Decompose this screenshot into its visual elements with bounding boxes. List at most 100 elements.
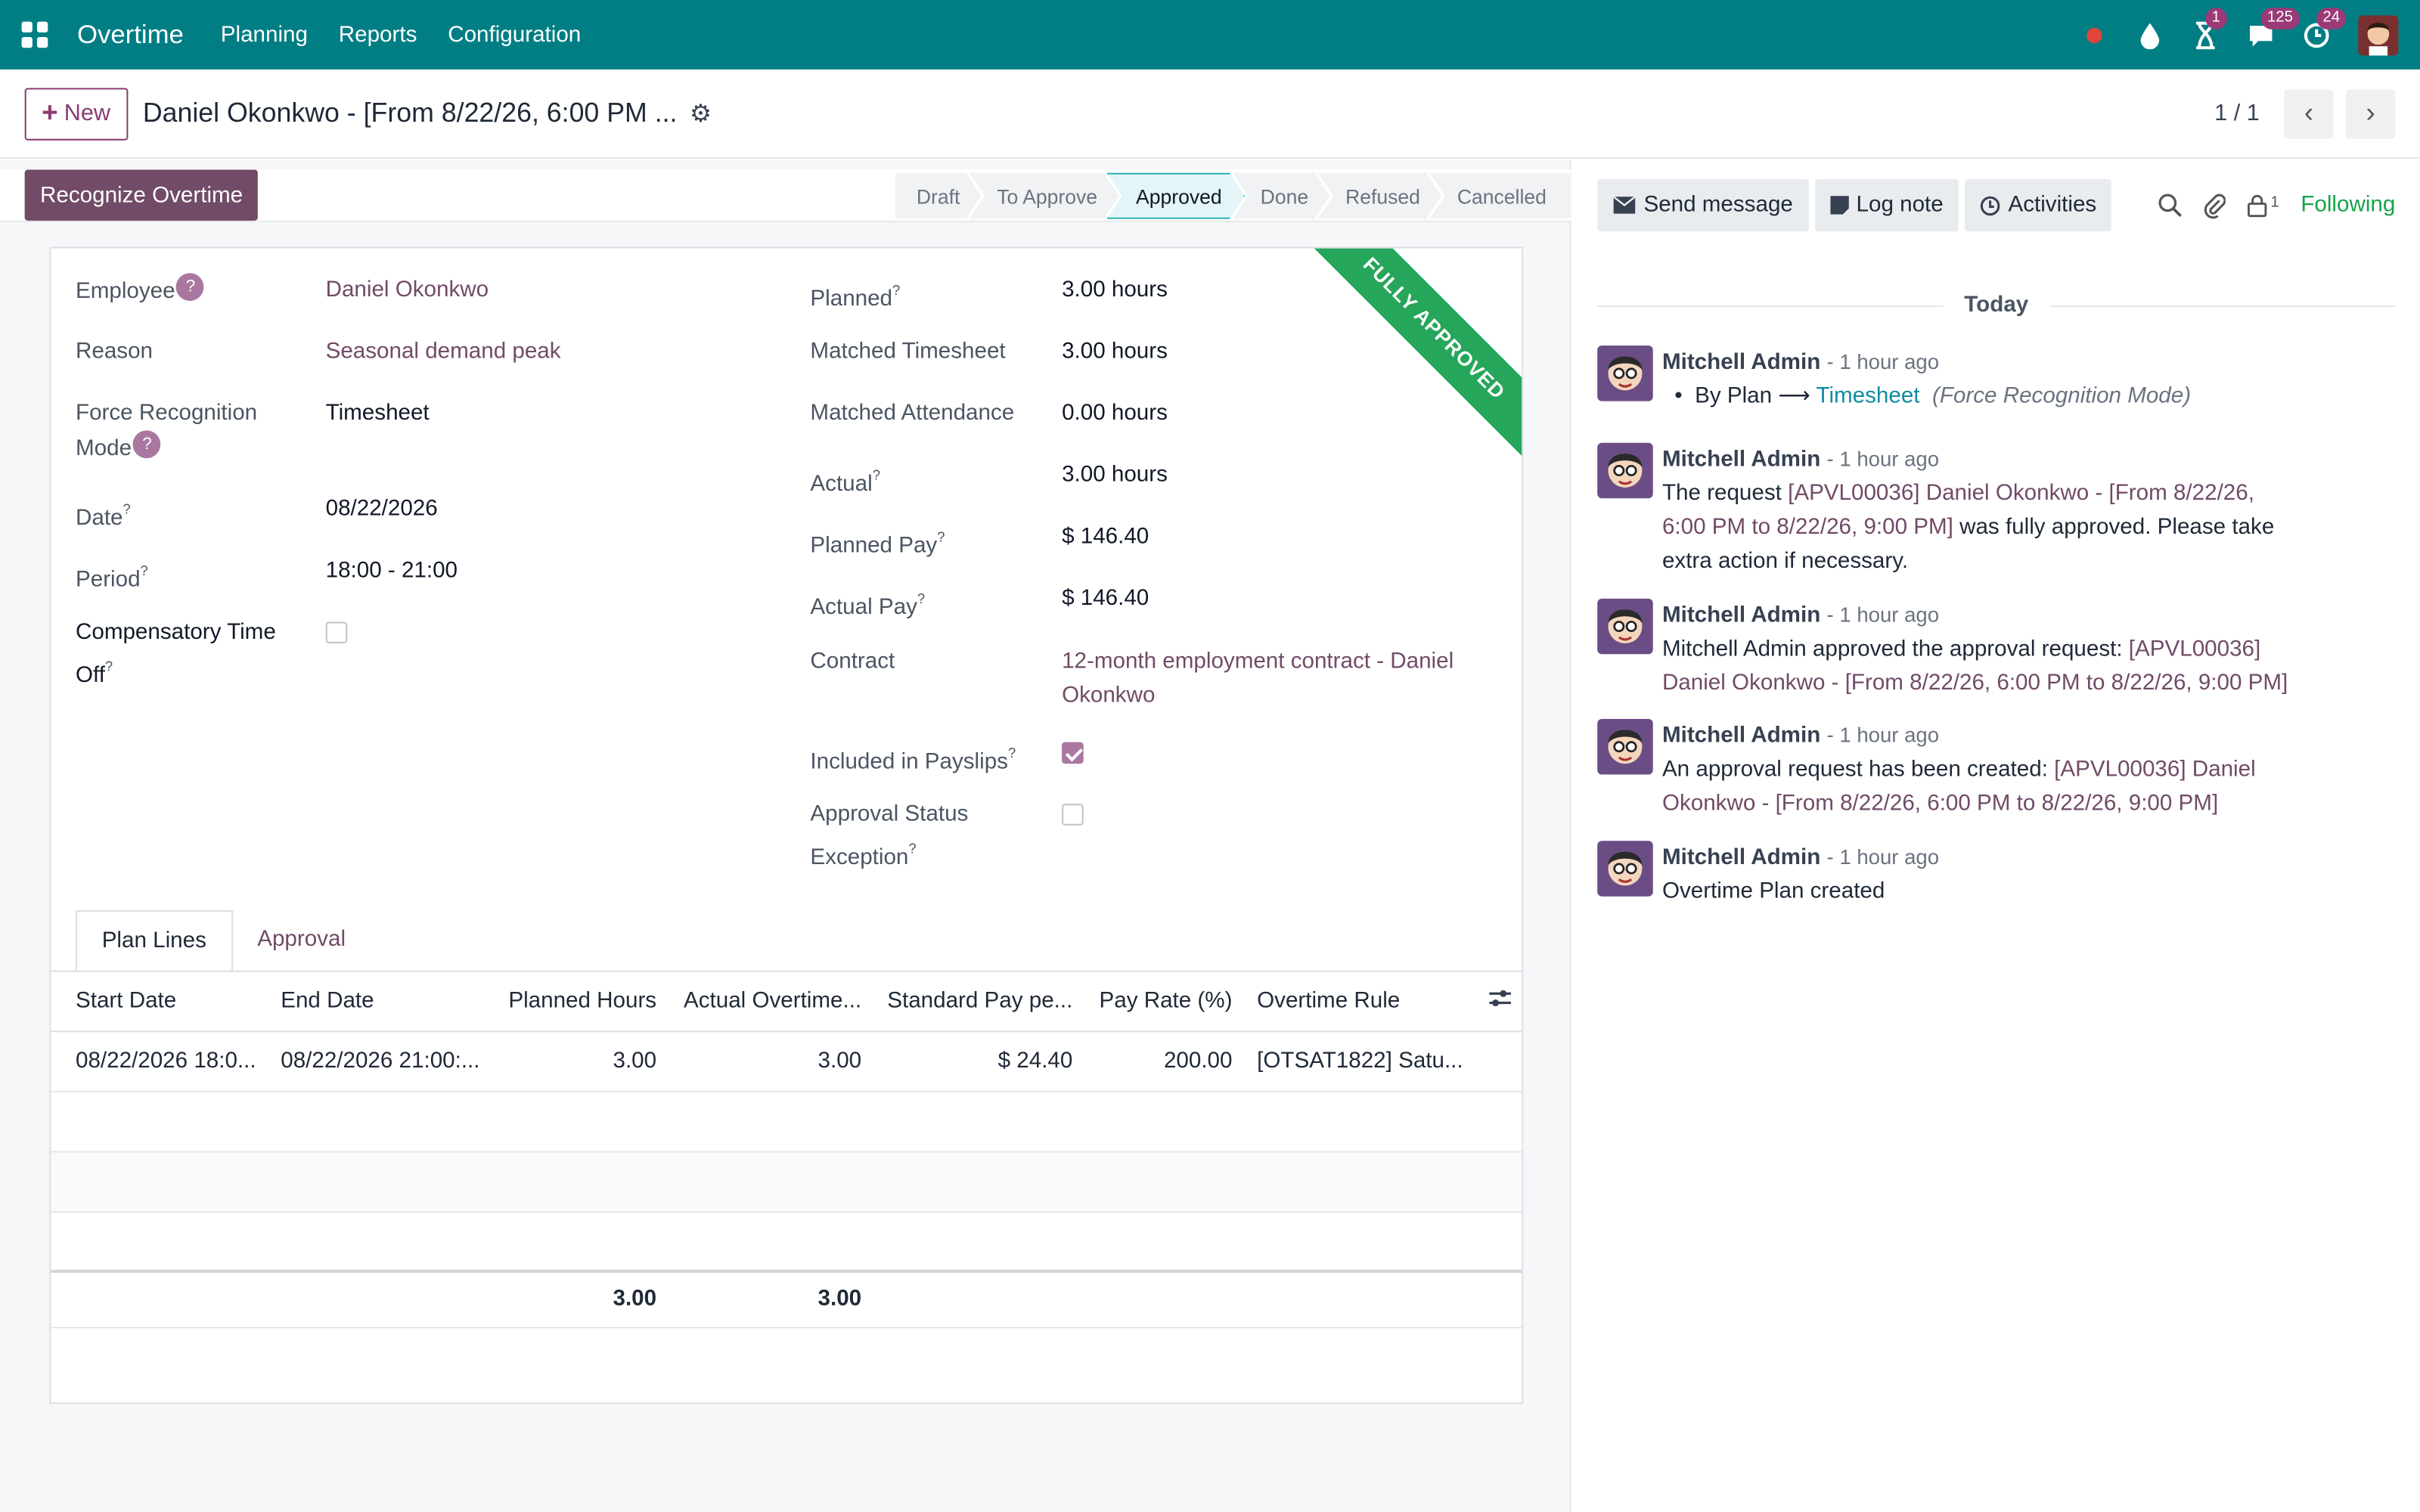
stage-pipeline: Draft To Approve Approved Done Refused C… — [895, 172, 1571, 219]
col-overtime-rule[interactable]: Overtime Rule — [1244, 971, 1475, 1032]
tab-approval[interactable]: Approval — [233, 909, 371, 971]
help-icon[interactable]: ? — [892, 282, 900, 297]
message-link[interactable]: Okonkwo - [From 8/22/26, 6:00 PM to 8/22… — [1662, 787, 2256, 821]
message-link[interactable]: [APVL00036] Daniel — [2054, 758, 2256, 782]
date-label: Date — [75, 506, 123, 531]
help-icon[interactable]: ? — [133, 430, 161, 459]
form-statusbar: Recognize Overtime Draft To Approve Appr… — [0, 169, 1571, 222]
message-time: - 1 hour ago — [1826, 845, 1940, 869]
menu-planning[interactable]: Planning — [221, 23, 308, 48]
payslips-label: Included in Payslips — [810, 749, 1008, 775]
stage-to-approve[interactable]: To Approve — [970, 173, 1119, 219]
empty-row — [51, 1090, 1522, 1152]
message-link[interactable]: [APVL00036] — [2129, 637, 2260, 662]
help-icon[interactable]: ? — [917, 591, 925, 606]
paperclip-icon[interactable] — [2204, 192, 2226, 218]
new-button[interactable]: + New — [24, 87, 128, 140]
author-avatar[interactable] — [1597, 841, 1653, 897]
message-time: - 1 hour ago — [1826, 447, 1940, 471]
col-actual-overtime[interactable]: Actual Overtime... — [669, 971, 874, 1032]
stage-cancelled[interactable]: Cancelled — [1429, 172, 1571, 219]
record-status-icon[interactable] — [2080, 21, 2108, 49]
user-avatar[interactable] — [2358, 14, 2399, 55]
contract-value[interactable]: 12-month employment contract - Daniel Ok… — [1062, 645, 1454, 713]
col-planned-hours[interactable]: Planned Hours — [492, 971, 669, 1032]
chevron-left-icon: ‹ — [2304, 97, 2314, 129]
stage-refused[interactable]: Refused — [1317, 173, 1441, 219]
planned-pay-value: $ 146.40 — [1062, 524, 1150, 550]
author-avatar[interactable] — [1597, 719, 1653, 775]
chatter-actions: 1 Following — [2158, 179, 2395, 231]
activities-label: Activities — [2008, 193, 2097, 218]
reason-value[interactable]: Seasonal demand peak — [326, 335, 561, 369]
send-message-button[interactable]: Send message — [1597, 178, 1809, 232]
following-button[interactable]: Following — [2301, 193, 2395, 218]
author-avatar[interactable] — [1597, 345, 1653, 401]
force-value[interactable]: Timesheet — [326, 396, 430, 466]
col-start-date[interactable]: Start Date — [51, 971, 268, 1032]
followers-button[interactable]: 1 — [2248, 194, 2279, 217]
field-matched-timesheet: Matched Timesheet 3.00 hours — [810, 335, 1168, 369]
help-icon[interactable]: ? — [908, 841, 916, 856]
tracking-field: (Force Recognition Mode) — [1931, 384, 2192, 409]
message-link[interactable]: 6:00 PM to 8/22/26, 9:00 PM] — [1662, 516, 1953, 541]
col-end-date[interactable]: End Date — [268, 971, 492, 1032]
message-author[interactable]: Mitchell Admin — [1662, 845, 1820, 870]
help-icon[interactable]: ? — [123, 501, 131, 516]
date-value[interactable]: 08/22/2026 — [326, 492, 438, 535]
col-standard-pay[interactable]: Standard Pay pe... — [873, 971, 1085, 1032]
stage-draft[interactable]: Draft — [895, 173, 982, 219]
app-brand[interactable]: Overtime — [77, 20, 184, 51]
help-icon[interactable]: ? — [937, 529, 945, 544]
pager-previous-button[interactable]: ‹ — [2284, 88, 2334, 138]
drop-icon[interactable] — [2136, 21, 2164, 49]
chat-icon[interactable]: 125 — [2247, 7, 2300, 49]
table-totals-row: 3.00 3.00 — [51, 1269, 1522, 1328]
period-value[interactable]: 18:00 - 21:00 — [326, 554, 458, 597]
col-pay-rate[interactable]: Pay Rate (%) — [1084, 971, 1245, 1032]
apps-menu-icon[interactable] — [21, 20, 50, 49]
employee-value[interactable]: Daniel Okonkwo — [326, 273, 489, 308]
help-icon[interactable]: ? — [1008, 745, 1016, 761]
help-icon[interactable]: ? — [176, 273, 205, 301]
clock-icon[interactable]: 24 — [2303, 7, 2347, 49]
message-link[interactable]: [APVL00036] Daniel Okonkwo - [From 8/22/… — [1788, 482, 2254, 507]
search-icon[interactable] — [2158, 193, 2183, 218]
message-author[interactable]: Mitchell Admin — [1662, 350, 1820, 375]
help-icon[interactable]: ? — [141, 563, 148, 578]
author-avatar[interactable] — [1597, 598, 1653, 655]
message-author[interactable]: Mitchell Admin — [1662, 448, 1820, 472]
field-actual-pay: Actual Pay? $ 146.40 — [810, 581, 1149, 624]
activities-button[interactable]: Activities — [1965, 178, 2112, 232]
pager-value[interactable]: 1 / 1 — [2214, 101, 2260, 127]
message-link[interactable]: Daniel Okonkwo - [From 8/22/26, 6:00 PM … — [1662, 667, 2288, 701]
gear-icon[interactable]: ⚙ — [690, 98, 712, 129]
author-avatar[interactable] — [1597, 442, 1653, 499]
help-icon[interactable]: ? — [105, 658, 113, 674]
field-matched-attendance: Matched Attendance 0.00 hours — [810, 396, 1168, 430]
optional-columns-toggle[interactable] — [1475, 971, 1522, 1032]
exception-checkbox[interactable] — [1062, 804, 1084, 826]
hourglass-icon[interactable]: 1 — [2192, 7, 2226, 49]
compensatory-checkbox[interactable] — [325, 621, 348, 644]
stage-approved[interactable]: Approved — [1106, 173, 1245, 219]
field-actual: Actual? 3.00 hours — [810, 458, 1168, 501]
matched-attendance-label: Matched Attendance — [810, 401, 1015, 426]
menu-reports[interactable]: Reports — [339, 23, 417, 48]
help-icon[interactable]: ? — [873, 467, 880, 482]
log-note-label: Log note — [1856, 193, 1944, 218]
log-note-button[interactable]: Log note — [1814, 178, 1959, 232]
recognize-overtime-button[interactable]: Recognize Overtime — [24, 169, 259, 221]
payslips-checkbox[interactable] — [1062, 742, 1084, 764]
pager-next-button[interactable]: › — [2346, 88, 2396, 138]
message-text: Overtime Plan created — [1661, 879, 1885, 904]
menu-configuration[interactable]: Configuration — [448, 23, 581, 48]
stage-done[interactable]: Done — [1233, 173, 1330, 219]
tab-plan-lines[interactable]: Plan Lines — [75, 910, 233, 972]
field-approval-status-exception: Approval Status Exception? — [810, 798, 1084, 875]
chevron-right-icon: › — [2366, 97, 2375, 129]
message-author[interactable]: Mitchell Admin — [1662, 603, 1820, 628]
pager: 1 / 1 ‹ › — [2214, 88, 2396, 138]
message-author[interactable]: Mitchell Admin — [1662, 723, 1820, 748]
table-row[interactable]: 08/22/2026 18:0... 08/22/2026 21:00:... … — [51, 1030, 1522, 1092]
